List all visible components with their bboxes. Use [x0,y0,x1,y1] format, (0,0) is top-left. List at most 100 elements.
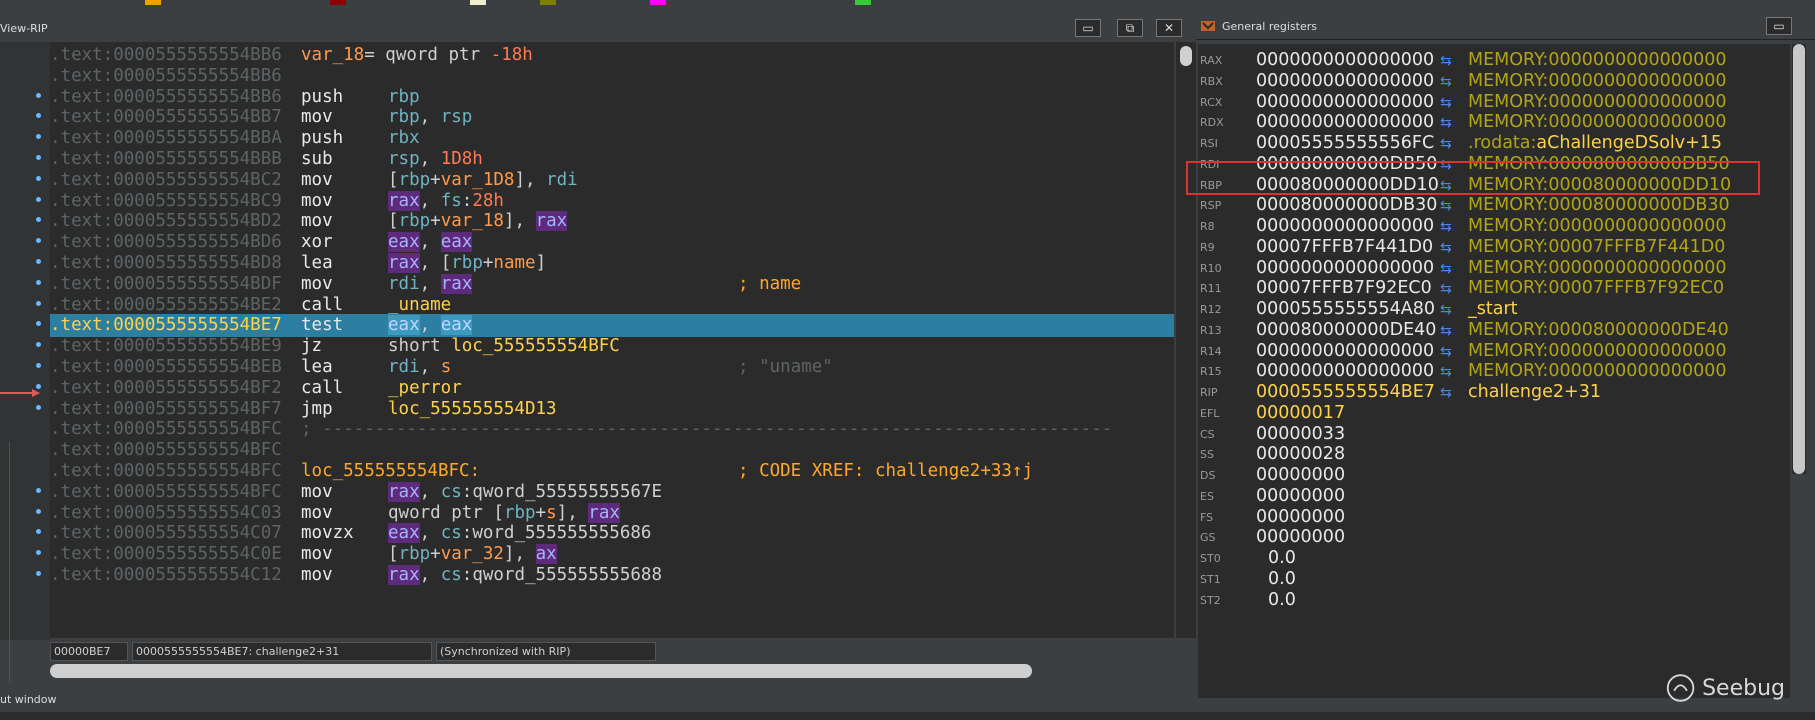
code-line[interactable]: .text:0000555555554BFC mov rax, cs:qword_5… [50,481,1174,504]
code-line[interactable]: .text:0000555555554BC9 mov rax, fs:28h [50,190,1174,213]
registers-restore-button[interactable]: ▭ [1766,17,1792,35]
code-address: .text:0000555555554BD2 [50,211,282,232]
instruction-operands[interactable]: _perror [388,377,462,400]
register-name: R8 [1200,220,1215,233]
jump-to-address-icon[interactable]: ⇆ [1440,323,1452,339]
current-instruction-line[interactable]: .text:0000555555554BE7 test eax, eax [50,314,1174,338]
registers-vertical-scrollbar[interactable] [1792,44,1806,474]
instruction-operands[interactable]: rax, cs:qword_55555555567E [388,481,662,504]
instruction-operands[interactable]: rdi, rax [388,273,473,296]
instruction-operands[interactable]: eax, eax [388,314,473,337]
instruction-operands[interactable]: short loc_555555554BFC [388,335,620,358]
instruction-operands[interactable]: [rbp+var_32], ax [388,543,557,566]
code-line[interactable]: .text:0000555555554BB7 mov rbp, rsp [50,106,1174,129]
instruction-operands[interactable]: eax, cs:word_555555555686 [388,522,651,545]
code-address: .text:0000555555554C03 [50,502,282,523]
instruction-marker-icon [36,508,41,514]
register-name: FS [1200,510,1214,524]
breakpoint-gutter[interactable] [0,42,50,682]
code-line[interactable]: .text:0000555555554BD6 xor eax, eax [50,231,1174,254]
instruction-mnemonic: xor [301,232,333,253]
legend-swatch [540,0,556,5]
code-line[interactable]: .text:0000555555554BD2 mov [rbp+var_18], r… [50,210,1174,233]
instruction-mnemonic: sub [301,149,333,169]
instruction-operands[interactable]: qword ptr [rbp+s], rax [388,502,620,525]
jump-to-address-icon[interactable]: ⇆ [1440,136,1452,152]
jump-to-address-icon[interactable]: ⇆ [1440,261,1452,277]
instruction-operands[interactable]: rax, cs:qword_555555555688 [388,564,662,587]
jump-to-address-icon[interactable]: ⇆ [1440,219,1452,235]
disassembly-horizontal-scrollbar[interactable] [50,664,1032,678]
code-line[interactable]: .text:0000555555554C0E mov [rbp+var_32], a… [50,543,1174,566]
instruction-marker-icon [36,363,41,368]
register-name: RCX [1200,95,1223,109]
instruction-operands[interactable]: rdi, s [388,356,451,379]
code-line[interactable]: .text:0000555555554BEB lea rdi, s ; "uname" [50,356,1174,379]
code-address: .text:0000555555554BFC [50,419,282,440]
instruction-operands[interactable]: [rbp+var_18], rax [388,210,568,233]
instruction-mnemonic: movzx [301,523,354,544]
code-line[interactable]: .text:0000555555554C07 movzx eax, cs:word_… [50,522,1174,545]
jump-to-address-icon[interactable]: ⇆ [1440,74,1452,90]
code-line[interactable]: .text:0000555555554BFC loc_555555554BFC:;… [50,460,1174,483]
code-line[interactable]: .text:0000555555554BB6 [50,65,1174,88]
code-comment: ; CODE XREF: challenge2+33↑j [738,461,1034,481]
legend-item [330,0,346,6]
jump-to-address-icon[interactable]: ⇆ [1440,281,1452,297]
jump-to-address-icon[interactable]: ⇆ [1440,95,1452,111]
instruction-operands[interactable]: rsp, 1D8h [388,148,483,171]
rip-pointer-arrow-icon [0,389,40,397]
code-comment: ; name [738,273,802,294]
code-line[interactable]: .text:0000555555554BD8 lea rax, [rbp+name] [50,252,1174,275]
code-line[interactable]: .text:0000555555554BBA push rbx [50,127,1174,150]
code-line[interactable]: .text:0000555555554BE9 jz short loc_555555… [50,335,1174,358]
code-line[interactable]: .text:0000555555554BDF mov rdi, rax ; name [50,273,1174,296]
close-button[interactable]: ✕ [1156,19,1182,37]
float-button[interactable]: ⧉ [1117,19,1143,37]
jump-to-address-icon[interactable]: ⇆ [1440,53,1452,69]
code-line[interactable]: .text:0000555555554C03 mov qword ptr [rbp+… [50,502,1174,525]
jump-to-address-icon[interactable]: ⇆ [1440,385,1452,401]
instruction-operands[interactable]: _uname [388,294,451,317]
code-line[interactable]: .text:0000555555554BE2 call _uname [50,294,1174,317]
register-name: RIP [1200,386,1218,399]
disassembly-vertical-scrollbar[interactable] [1176,42,1196,638]
instruction-operands[interactable]: eax, eax [388,231,473,254]
register-name: DS [1200,469,1216,482]
instruction-operands[interactable]: rax, fs:28h [388,190,504,213]
disassembly-view[interactable]: .text:0000555555554BB6 var_18= qword ptr … [50,42,1174,638]
code-line[interactable]: .text:0000555555554BFC ; ----------------… [50,418,1174,441]
instruction-marker-icon [36,113,41,119]
jump-to-address-icon[interactable]: ⇆ [1440,240,1452,256]
code-line[interactable]: .text:0000555555554BB6 var_18= qword ptr … [50,44,1174,67]
jump-to-address-icon[interactable]: ⇆ [1440,364,1452,380]
code-line[interactable]: .text:0000555555554BFC [50,439,1174,462]
instruction-marker-icon [36,155,41,160]
instruction-operands[interactable]: rax, [rbp+name] [388,252,546,275]
instruction-operands[interactable]: rbp [388,86,420,109]
code-line[interactable]: .text:0000555555554BB6 push rbp [50,86,1174,109]
instruction-mnemonic: call [301,294,344,315]
code-address: .text:0000555555554BC2 [50,169,282,190]
jump-to-address-icon[interactable]: ⇆ [1440,302,1452,318]
code-line[interactable]: .text:0000555555554BBB sub rsp, 1D8h [50,148,1174,171]
code-line[interactable]: .text:0000555555554BC2 mov [rbp+var_1D8], … [50,169,1174,192]
code-line[interactable]: .text:0000555555554C12 mov rax, cs:qword_5… [50,564,1174,587]
jump-to-address-icon[interactable]: ⇆ [1440,344,1452,360]
jump-to-address-icon[interactable]: ⇆ [1440,198,1452,214]
code-address: .text:0000555555554BBA [50,128,282,149]
code-line[interactable]: .text:0000555555554BF7 jmp loc_555555554D1… [50,398,1174,421]
code-address: .text:0000555555554BF2 [50,377,282,398]
instruction-operands[interactable]: rbp, rsp [388,106,472,129]
code-label[interactable]: loc_555555554BFC: [301,460,480,483]
instruction-operands[interactable]: rbx [388,127,420,150]
register-value[interactable]: 0.0 [1268,588,1296,612]
instruction-operands[interactable]: [rbp+var_1D8], rdi [388,169,578,192]
registers-list[interactable]: RAX 0000000000000000 ⇆ MEMORY:0000000000000… [1198,44,1790,698]
restore-button[interactable]: ▭ [1075,19,1101,37]
register-name: R11 [1200,282,1222,296]
instruction-operands[interactable]: loc_555555554D13 [388,398,557,421]
register-row-st2[interactable]: ST2 0.0 [1198,588,1790,612]
jump-to-address-icon[interactable]: ⇆ [1440,115,1452,131]
code-line[interactable]: .text:0000555555554BF2 call _perror [50,377,1174,400]
